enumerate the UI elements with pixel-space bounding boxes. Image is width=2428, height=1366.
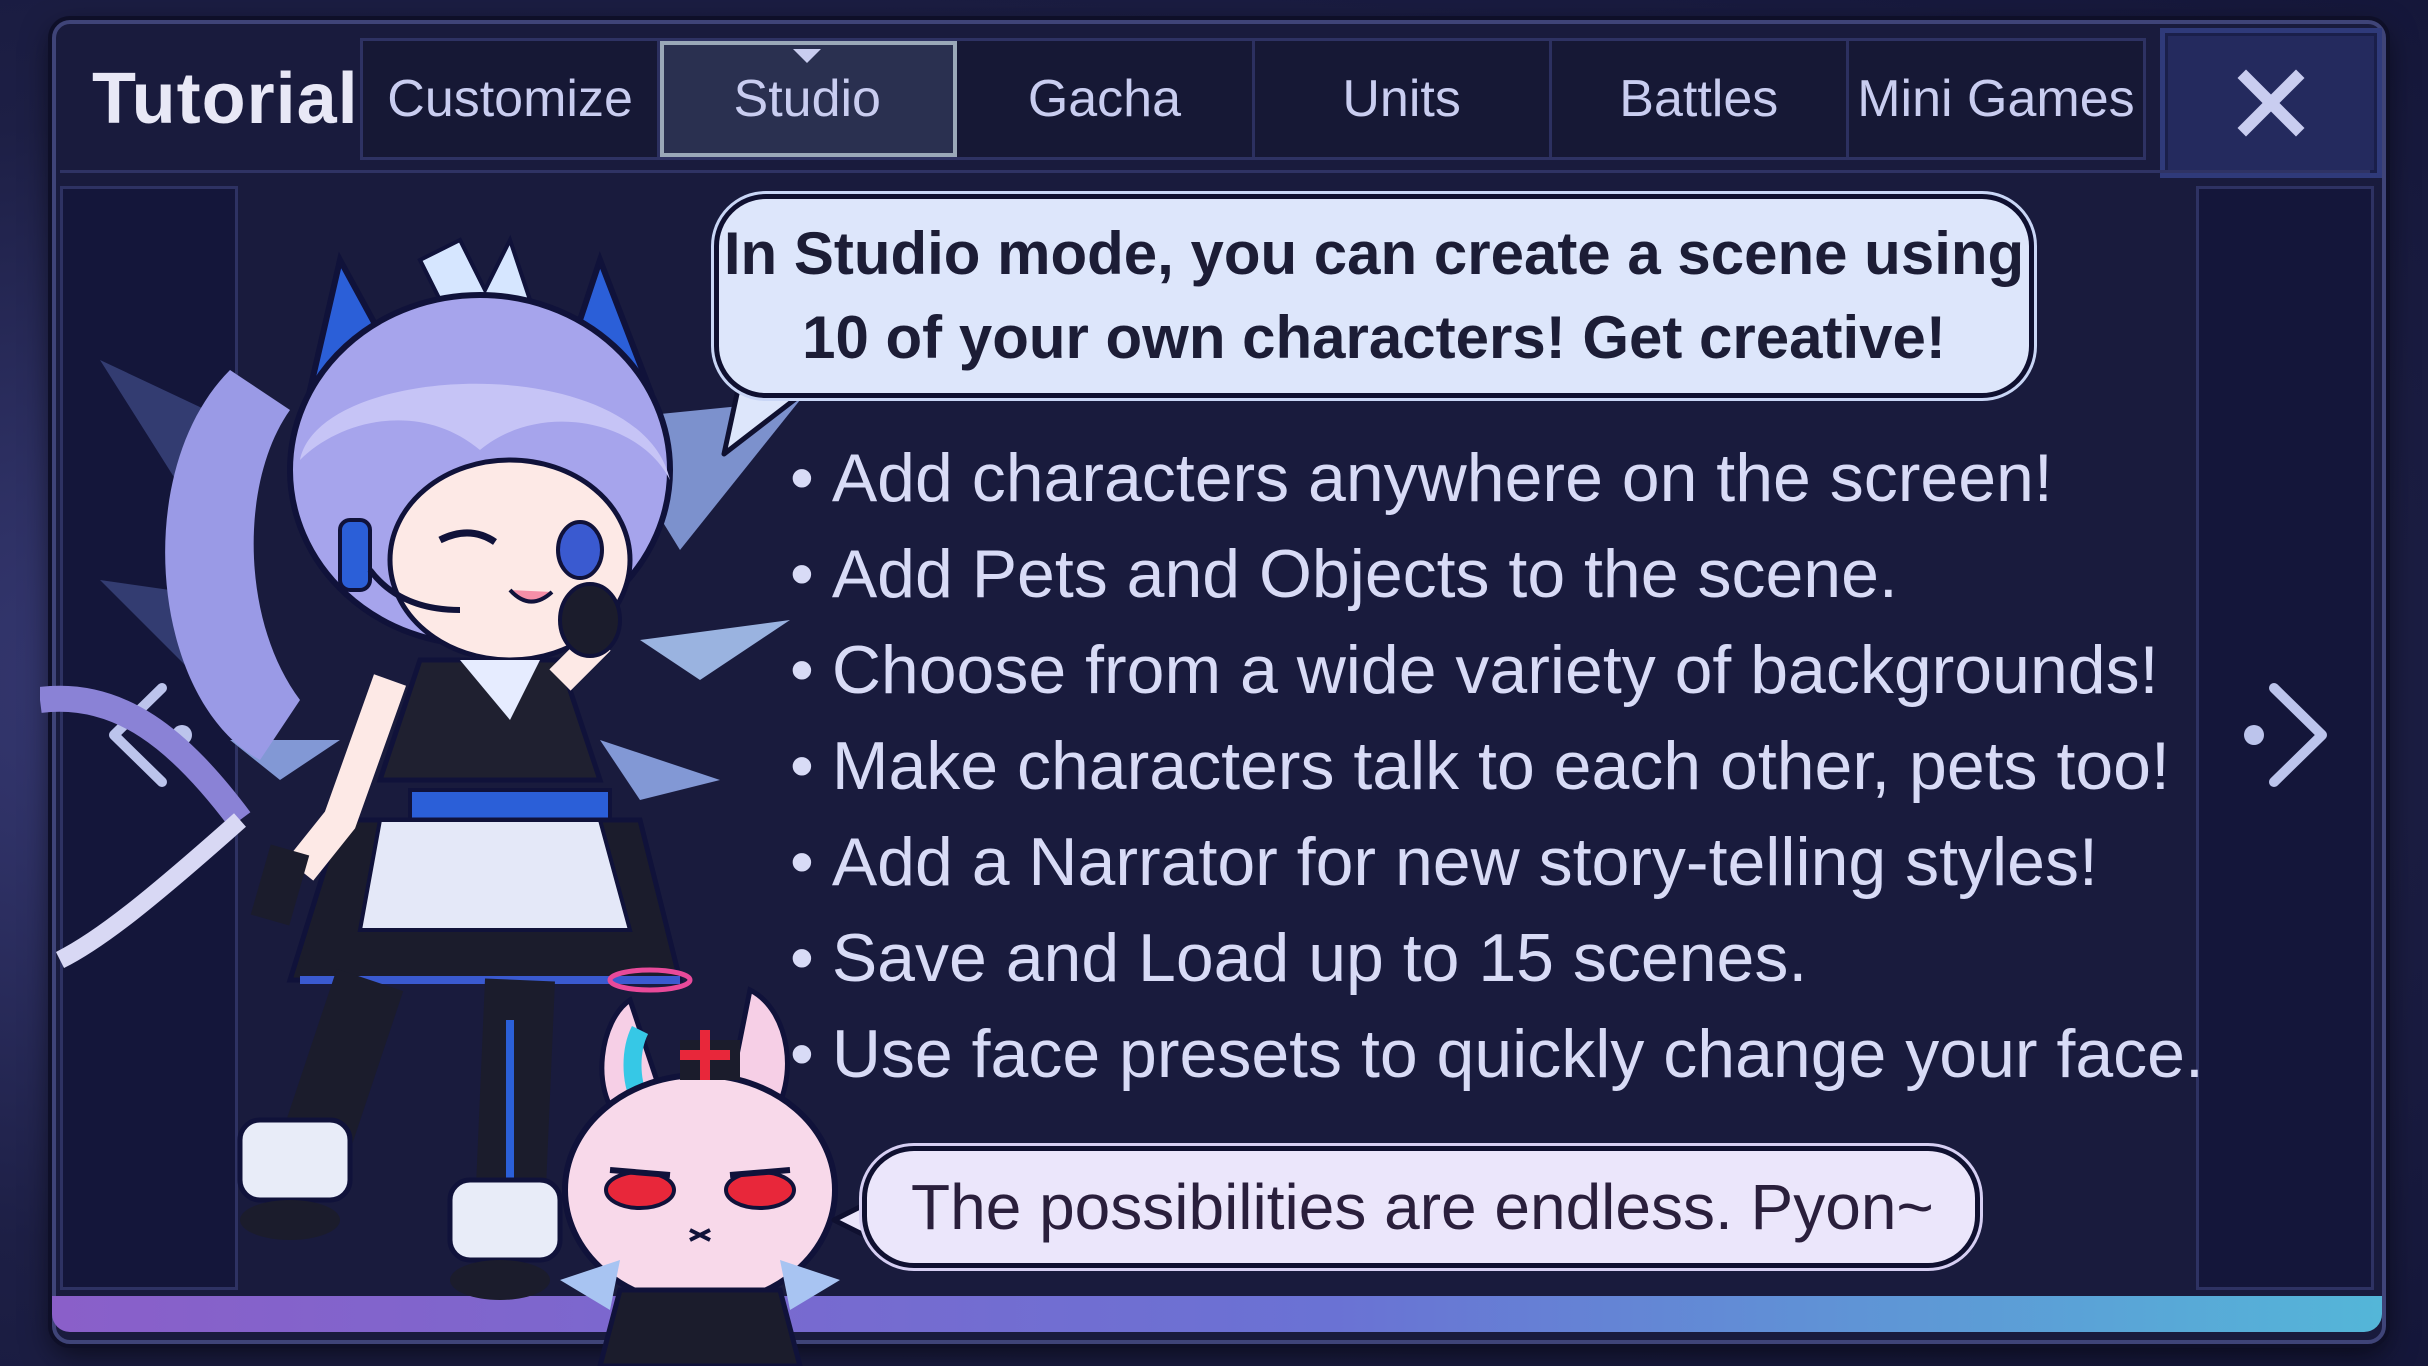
list-item: • Add Pets and Objects to the scene. xyxy=(790,526,2170,622)
tab-battles[interactable]: Battles xyxy=(1552,41,1849,157)
page-title: Tutorial xyxy=(92,59,359,139)
feature-text: Add Pets and Objects to the scene. xyxy=(831,536,1898,612)
list-item: • Add a Narrator for new story-telling st… xyxy=(790,814,2170,910)
feature-list: • Add characters anywhere on the screen! … xyxy=(790,430,2204,1102)
tab-label: Studio xyxy=(733,70,881,128)
speech-bubble: In Studio mode, you can create a scene u… xyxy=(714,194,2034,398)
list-item: • Use face presets to quickly change your… xyxy=(790,1006,2204,1102)
bullet-icon: • xyxy=(790,824,814,900)
header-divider xyxy=(60,170,2370,173)
feature-text: Make characters talk to each other, pets… xyxy=(831,728,2170,804)
tab-label: Gacha xyxy=(1027,70,1182,128)
chevron-right-icon[interactable] xyxy=(2236,680,2336,790)
tab-customize[interactable]: Customize xyxy=(363,41,661,157)
bullet-icon: • xyxy=(790,632,814,708)
speech-bubble-line: 10 of your own characters! Get creative! xyxy=(802,304,1946,371)
tab-label: Mini Games xyxy=(1857,70,2135,128)
tab-units[interactable]: Units xyxy=(1255,41,1552,157)
tab-label: Battles xyxy=(1619,70,1779,128)
list-item: • Choose from a wide variety of backgroun… xyxy=(790,622,2170,718)
tab-bar: Customize Studio Gacha Units Battles Min… xyxy=(360,38,2146,160)
bullet-icon: • xyxy=(790,440,814,516)
bullet-icon: • xyxy=(790,536,814,612)
bullet-icon: • xyxy=(790,728,814,804)
tab-mini-games[interactable]: Mini Games xyxy=(1849,41,2143,157)
pet-speech-text: The possibilities are endless. Pyon~ xyxy=(911,1171,1934,1243)
list-item: • Save and Load up to 15 scenes. xyxy=(790,910,2170,1006)
bullet-icon: • xyxy=(790,1016,814,1092)
feature-text: Add a Narrator for new story-telling sty… xyxy=(831,824,2098,900)
list-item: • Make characters talk to each other, pet… xyxy=(790,718,2170,814)
bullet-icon: • xyxy=(790,920,814,996)
feature-text: Choose from a wide variety of background… xyxy=(831,632,2159,708)
feature-text: Use face presets to quickly change your … xyxy=(831,1016,2204,1092)
pet-speech-bubble: The possibilities are endless. Pyon~ xyxy=(862,1146,1980,1268)
tab-studio[interactable]: Studio xyxy=(660,41,958,157)
active-tab-indicator xyxy=(793,49,822,63)
close-button[interactable] xyxy=(2160,28,2382,178)
list-item: • Add characters anywhere on the screen! xyxy=(790,430,2170,526)
feature-text: Save and Load up to 15 scenes. xyxy=(831,920,1808,996)
feature-text: Add characters anywhere on the screen! xyxy=(831,440,2053,516)
speech-bubble-line: In Studio mode, you can create a scene u… xyxy=(723,220,2025,287)
tab-label: Customize xyxy=(387,70,633,128)
close-icon xyxy=(2237,69,2305,137)
tab-label: Units xyxy=(1342,70,1461,128)
tab-gacha[interactable]: Gacha xyxy=(957,41,1255,157)
